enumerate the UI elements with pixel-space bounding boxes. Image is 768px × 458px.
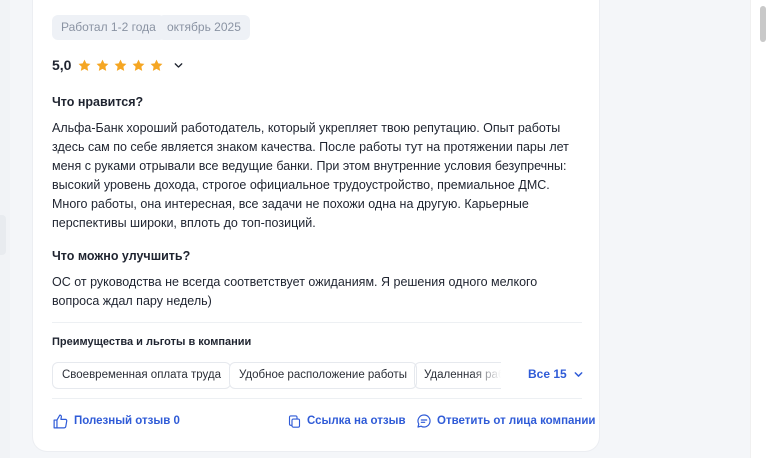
benefit-chip: Удобное расположение работы xyxy=(229,362,417,389)
company-reply-button[interactable]: Ответить от лица компании xyxy=(416,411,596,431)
all-benefits-button[interactable]: Все 15 xyxy=(528,362,584,387)
likes-text: Альфа-Банк хороший работодатель, который… xyxy=(52,121,569,230)
divider xyxy=(52,322,582,323)
scrollbar-track[interactable] xyxy=(750,0,768,458)
thumbs-up-icon xyxy=(53,414,68,428)
star-icon xyxy=(133,59,145,71)
improve-heading: Что можно улучшить? xyxy=(52,249,191,263)
rating-stars xyxy=(77,58,164,73)
star-icon xyxy=(151,59,163,71)
all-benefits-label: Все 15 xyxy=(528,367,567,381)
divider xyxy=(52,398,582,399)
fade-overlay xyxy=(471,363,501,388)
scrollbar-thumb[interactable] xyxy=(760,6,766,42)
experience-tag: Работал 1-2 года xyxy=(52,15,165,40)
chevron-down-icon xyxy=(574,372,583,377)
likes-heading: Что нравится? xyxy=(52,95,144,109)
company-reply-label: Ответить от лица компании xyxy=(437,415,596,427)
date-tag: октябрь 2025 xyxy=(158,15,250,40)
star-icon xyxy=(97,59,109,71)
left-panel-edge xyxy=(0,0,10,458)
useful-review-button[interactable]: Полезный отзыв 0 xyxy=(52,411,180,431)
star-icon xyxy=(79,59,91,71)
copy-icon xyxy=(288,414,301,428)
benefits-heading: Преимущества и льготы в компании xyxy=(52,336,252,348)
panel-notch xyxy=(0,215,6,255)
rating-value: 5,0 xyxy=(52,57,72,73)
improve-text: ОС от руководства не всегда соответствуе… xyxy=(52,275,538,308)
useful-review-label: Полезный отзыв 0 xyxy=(74,415,180,427)
review-link-button[interactable]: Ссылка на отзыв xyxy=(287,411,406,431)
rating-row[interactable]: 5,0 xyxy=(52,56,184,74)
chevron-down-icon[interactable] xyxy=(173,60,184,71)
star-icon xyxy=(115,59,127,71)
review-link-label: Ссылка на отзыв xyxy=(307,415,406,427)
benefit-chip: Удаленная раб xyxy=(414,362,501,389)
benefit-chip: Своевременная оплата труда xyxy=(52,362,232,389)
comment-icon xyxy=(417,414,431,428)
